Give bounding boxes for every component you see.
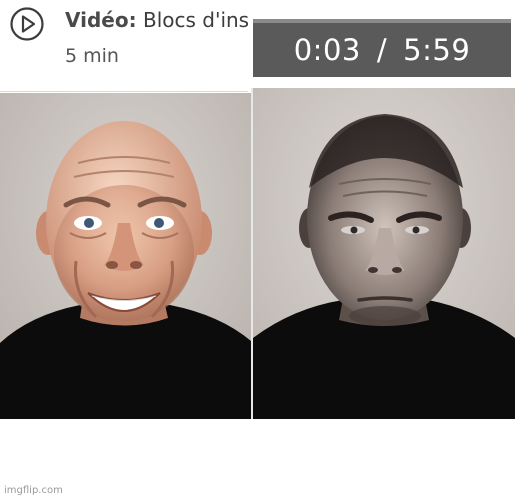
current-time: 0:03 <box>293 33 361 67</box>
player-time-bar[interactable]: 0:03 / 5:59 <box>253 19 511 77</box>
video-list-item[interactable]: Vidéo: Blocs d'instr 5 min <box>0 0 248 92</box>
play-circle-icon[interactable] <box>9 6 45 42</box>
time-separator: / <box>376 33 388 67</box>
total-time: 5:59 <box>403 33 471 67</box>
panel-divider <box>251 88 253 419</box>
video-type-label: Vidéo: <box>65 8 137 32</box>
video-player-header: 0:03 / 5:59 <box>251 0 515 88</box>
video-title[interactable]: Vidéo: Blocs d'instr <box>65 8 248 32</box>
meme-canvas: Vidéo: Blocs d'instr 5 min 0:03 / 5:59 <box>0 0 515 500</box>
imgflip-watermark: imgflip.com <box>4 485 63 496</box>
video-duration: 5 min <box>65 45 119 67</box>
smiling-man-photo <box>0 93 251 419</box>
serious-man-photo <box>253 88 515 419</box>
video-title-text: Blocs d'instr <box>142 8 248 32</box>
time-display: 0:03 / 5:59 <box>253 23 511 77</box>
